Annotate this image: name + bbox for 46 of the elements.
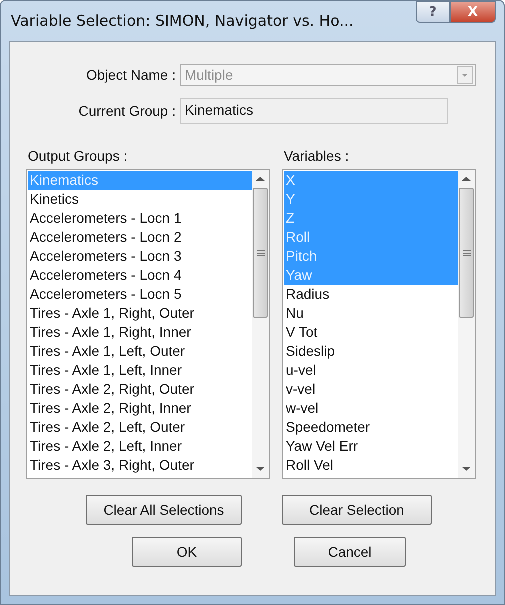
clear-selection-button[interactable]: Clear Selection — [282, 495, 432, 525]
list-item[interactable]: Tires - Axle 1, Right, Inner — [28, 323, 252, 342]
field-label: Object Name : — [86, 67, 177, 83]
scroll-down-icon[interactable] — [256, 466, 265, 472]
window-title: Variable Selection: SIMON, Navigator vs. Ho... — [10, 12, 354, 30]
list-item[interactable]: Radius — [284, 285, 458, 304]
list-item[interactable]: Tires - Axle 2, Left, Inner — [28, 437, 252, 456]
list-item[interactable]: Tires - Axle 1, Left, Inner — [28, 361, 252, 380]
list-item[interactable]: Nu — [284, 304, 458, 323]
scroll-thumb[interactable] — [459, 188, 474, 318]
list-item[interactable]: Tires - Axle 1, Left, Outer — [28, 342, 252, 361]
grip-icon — [462, 250, 470, 256]
list-item[interactable]: Accelerometers - Locn 3 — [28, 247, 252, 266]
list-item[interactable]: Tires - Axle 2, Right, Outer — [28, 380, 252, 399]
scrollbar[interactable] — [252, 170, 269, 478]
list-item[interactable]: Kinetics — [28, 190, 252, 209]
list-label: Variables : — [283, 148, 350, 164]
list-item[interactable]: Tires - Axle 2, Left, Outer — [28, 418, 252, 437]
scroll-down-icon[interactable] — [462, 466, 471, 472]
list-item[interactable]: Accelerometers - Locn 1 — [28, 209, 252, 228]
current-group-field: Kinematics — [180, 98, 448, 124]
scroll-up-icon[interactable] — [462, 176, 471, 182]
list-item[interactable]: w-vel — [284, 399, 458, 418]
list-item[interactable]: Accelerometers - Locn 5 — [28, 285, 252, 304]
field-label: Current Group : — [78, 103, 177, 119]
list-item[interactable]: Sideslip — [284, 342, 458, 361]
list-item[interactable]: v-vel — [284, 380, 458, 399]
list-item[interactable]: Tires - Axle 2, Right, Inner — [28, 399, 252, 418]
scroll-thumb[interactable] — [253, 188, 268, 318]
clear-all-selections-button[interactable]: Clear All Selections — [86, 495, 242, 525]
list-item[interactable]: Tires - Axle 3, Right, Outer — [28, 456, 252, 475]
list-item[interactable]: Roll Vel — [284, 456, 458, 475]
list-item[interactable]: Accelerometers - Locn 2 — [28, 228, 252, 247]
grip-icon — [256, 250, 264, 256]
list-item[interactable]: V Tot — [284, 323, 458, 342]
help-button[interactable]: ? — [416, 1, 450, 23]
list-item[interactable]: Speedometer — [284, 418, 458, 437]
list-item[interactable]: u-vel — [284, 361, 458, 380]
cancel-button[interactable]: Cancel — [294, 537, 406, 567]
scroll-up-icon[interactable] — [256, 176, 265, 182]
list-label: Output Groups : — [27, 148, 129, 164]
list-item[interactable]: Accelerometers - Locn 4 — [28, 266, 252, 285]
list-item[interactable]: Yaw Vel Err — [284, 437, 458, 456]
list-item[interactable]: Tires - Axle 1, Right, Outer — [28, 304, 252, 323]
ok-button[interactable]: OK — [132, 537, 242, 567]
scrollbar[interactable] — [458, 170, 475, 478]
